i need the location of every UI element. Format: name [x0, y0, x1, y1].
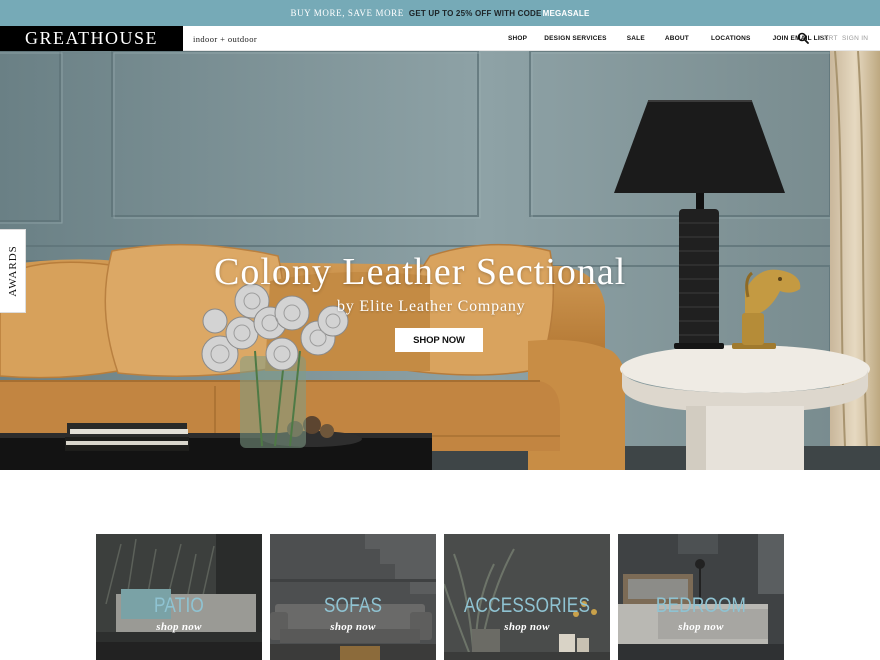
nav-design-services[interactable]: DESIGN SERVICES — [544, 35, 606, 42]
awards-label: AWARDS — [6, 245, 19, 297]
category-name: BEDROOM — [655, 594, 747, 617]
category-shop-link[interactable]: shop now — [96, 621, 262, 633]
category-card-bedroom[interactable]: BEDROOM shop now — [618, 534, 784, 660]
site-tagline: indoor + outdoor — [193, 33, 258, 44]
nav-sale[interactable]: SALE — [627, 35, 645, 42]
category-name: PATIO — [154, 594, 204, 617]
site-header: GREATHOUSE indoor + outdoor SHOP DESIGN … — [0, 26, 880, 51]
category-card-patio[interactable]: PATIO shop now — [96, 534, 262, 660]
signin-link[interactable]: SIGN IN — [842, 26, 868, 51]
nav-shop[interactable]: SHOP — [508, 35, 527, 42]
category-card-accessories[interactable]: ACCESSORIES shop now — [444, 534, 610, 660]
category-shop-link[interactable]: shop now — [618, 621, 784, 633]
category-card-sofas[interactable]: SOFAS shop now — [270, 534, 436, 660]
hero-banner[interactable]: AWARDS Colony Leather Sectional by Elite… — [0, 51, 880, 470]
main-nav: SHOP DESIGN SERVICES SALE ABOUT LOCATION… — [500, 26, 829, 51]
promo-code: MEGASALE — [542, 8, 590, 18]
cart-link[interactable]: CART — [819, 26, 838, 51]
search-icon[interactable] — [797, 32, 809, 44]
category-grid: PATIO shop now SOFAS shop now ACCESSORIE… — [96, 534, 784, 660]
site-logo[interactable]: GREATHOUSE — [0, 26, 183, 51]
category-name: ACCESSORIES — [463, 594, 591, 617]
promo-banner[interactable]: BUY MORE, SAVE MORE GET UP TO 25% OFF WI… — [0, 0, 880, 26]
category-shop-link[interactable]: shop now — [270, 621, 436, 633]
promo-offer: GET UP TO 25% OFF WITH CODE — [408, 8, 542, 18]
awards-tab[interactable]: AWARDS — [0, 229, 26, 313]
nav-locations[interactable]: LOCATIONS — [711, 35, 751, 42]
category-shop-link[interactable]: shop now — [444, 621, 610, 633]
category-name: SOFAS — [323, 594, 383, 617]
hero-image — [0, 51, 880, 470]
promo-headline: BUY MORE, SAVE MORE — [290, 8, 404, 18]
hero-shop-now-button[interactable]: SHOP NOW — [395, 328, 483, 352]
nav-about[interactable]: ABOUT — [665, 35, 689, 42]
